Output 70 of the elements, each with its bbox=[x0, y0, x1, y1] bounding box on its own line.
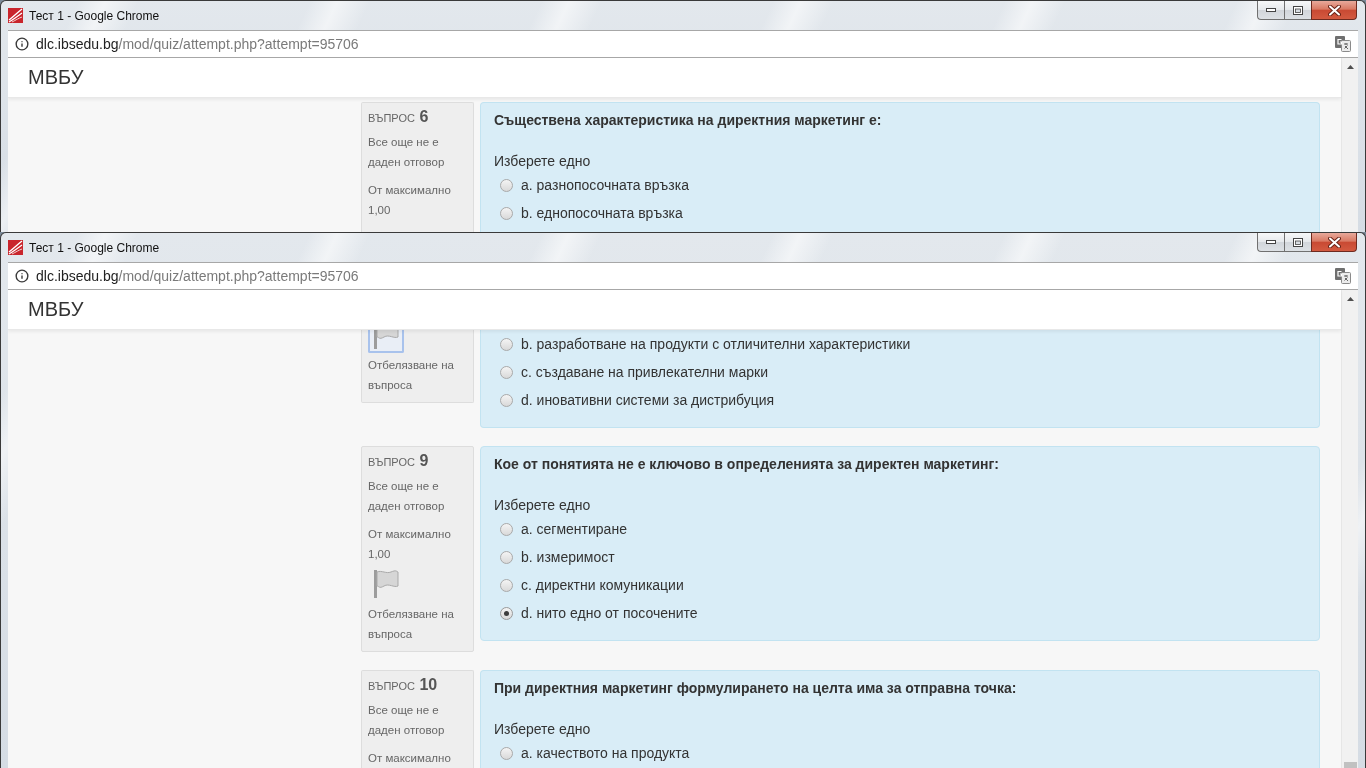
question-text: Кое от понятията не е ключово в определенията за директен маркетинг: bbox=[494, 455, 1000, 474]
option-text[interactable]: c. създаване на привлекателни марки bbox=[521, 363, 768, 381]
flag-button[interactable] bbox=[368, 330, 404, 353]
option-text[interactable]: d. нито едно от посочените bbox=[521, 604, 698, 622]
status-text: Все още не е даден отговор bbox=[368, 135, 446, 170]
question-number: ВЪПРОС 9 bbox=[368, 451, 430, 471]
status-text: Все още не е даден отговор bbox=[368, 703, 446, 738]
app-icon bbox=[8, 240, 23, 255]
scrollbar[interactable] bbox=[1341, 290, 1358, 768]
window-title: Тест 1 - Google Chrome bbox=[29, 240, 160, 255]
up-arrow-icon[interactable] bbox=[1346, 297, 1354, 301]
mark-text: От максимално 1,00 bbox=[368, 183, 452, 218]
address-bar[interactable]: dlc.ibsedu.bg/mod/quiz/attempt.php?attempt=95706 bbox=[8, 262, 1358, 290]
up-arrow-icon[interactable] bbox=[1346, 65, 1354, 69]
radio-button[interactable] bbox=[500, 550, 513, 564]
scrollbar-thumb[interactable] bbox=[1343, 762, 1357, 768]
close-button[interactable] bbox=[1311, 1, 1357, 20]
option-text[interactable]: а. качеството на продукта bbox=[521, 744, 690, 762]
minimize-button[interactable] bbox=[1257, 1, 1284, 20]
flag-label[interactable]: Отбелязване на въпроса bbox=[368, 355, 456, 395]
option-text[interactable]: b. разработване на продукти с отличителни характеристики bbox=[521, 335, 911, 353]
radio-button[interactable] bbox=[500, 365, 513, 379]
radio-button[interactable] bbox=[500, 746, 513, 760]
maximize-button[interactable] bbox=[1284, 1, 1311, 20]
prompt-text: Изберете едно bbox=[494, 496, 592, 515]
question-number: ВЪПРОС 10 bbox=[368, 675, 439, 695]
site-name[interactable]: МВБУ bbox=[28, 298, 84, 321]
close-icon bbox=[1327, 4, 1341, 16]
close-icon bbox=[1327, 236, 1341, 248]
maximize-button[interactable] bbox=[1284, 233, 1311, 252]
maximize-icon bbox=[1293, 5, 1303, 15]
option-text[interactable]: d. иновативни системи за дистрибуция bbox=[521, 391, 775, 409]
prompt-text: Изберете едно bbox=[494, 720, 592, 739]
radio-button[interactable] bbox=[500, 206, 513, 220]
translate-icon[interactable] bbox=[1335, 268, 1351, 284]
status-text: Все още не е даден отговор bbox=[368, 479, 446, 514]
option-text[interactable]: c. директни комуникации bbox=[521, 576, 684, 594]
mark-text: От максимално bbox=[368, 751, 452, 766]
close-button[interactable] bbox=[1311, 233, 1357, 252]
minimize-icon bbox=[1266, 240, 1276, 244]
url-text: dlc.ibsedu.bg/mod/quiz/attempt.php?attempt=95706 bbox=[36, 36, 359, 52]
maximize-icon bbox=[1293, 237, 1303, 247]
address-bar[interactable]: dlc.ibsedu.bg/mod/quiz/attempt.php?attempt=95706 bbox=[8, 30, 1358, 58]
minimize-button[interactable] bbox=[1257, 233, 1284, 252]
url-text: dlc.ibsedu.bg/mod/quiz/attempt.php?attempt=95706 bbox=[36, 268, 359, 284]
prompt-text: Изберете едно bbox=[494, 152, 592, 171]
info-icon bbox=[15, 269, 29, 283]
scrollbar[interactable] bbox=[1341, 58, 1358, 232]
radio-button[interactable] bbox=[500, 393, 513, 407]
info-icon bbox=[15, 37, 29, 51]
radio-button[interactable] bbox=[500, 606, 513, 620]
app-icon bbox=[8, 8, 23, 23]
option-text[interactable]: a. разнопосочната връзка bbox=[521, 176, 689, 194]
minimize-icon bbox=[1266, 8, 1276, 12]
option-text[interactable]: b. измеримост bbox=[521, 548, 615, 566]
question-text: При директния маркетинг формулирането на целта има за отправна точка: bbox=[494, 679, 1018, 698]
question-text: Съществена характеристика на директния маркетинг е: bbox=[494, 111, 883, 130]
flag-icon bbox=[373, 570, 399, 598]
window-title: Тест 1 - Google Chrome bbox=[29, 8, 160, 23]
option-text[interactable]: a. сегментиране bbox=[521, 520, 627, 538]
translate-icon[interactable] bbox=[1335, 36, 1351, 52]
question-number: ВЪПРОС 6 bbox=[368, 107, 430, 127]
radio-button[interactable] bbox=[500, 522, 513, 536]
site-name[interactable]: МВБУ bbox=[28, 66, 84, 89]
mark-text: От максимално 1,00 bbox=[368, 527, 452, 562]
radio-button[interactable] bbox=[500, 337, 513, 351]
radio-button[interactable] bbox=[500, 578, 513, 592]
flag-label[interactable]: Отбелязване на въпроса bbox=[368, 604, 456, 644]
radio-button[interactable] bbox=[500, 178, 513, 192]
option-text[interactable]: b. еднопосочната връзка bbox=[521, 204, 683, 222]
